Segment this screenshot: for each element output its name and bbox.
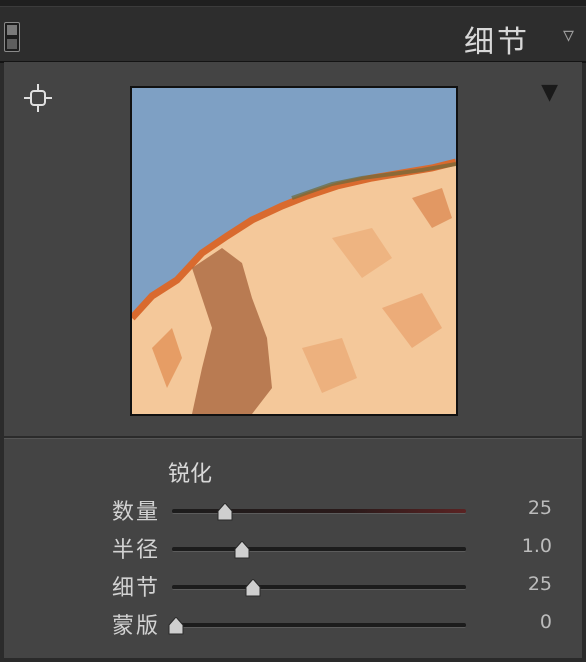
top-border (0, 0, 586, 7)
amount-slider-thumb[interactable] (217, 503, 233, 521)
section-divider (4, 436, 582, 439)
slider-row-radius: 半径 1.0 (4, 532, 582, 566)
panel-title: 细节 (464, 25, 530, 60)
masking-slider-track[interactable] (172, 623, 466, 628)
radius-slider-track[interactable] (172, 547, 466, 552)
slider-label: 蒙版 (111, 614, 160, 639)
slider-row-amount: 数量 25 (4, 494, 582, 528)
panel-switch-icon[interactable] (4, 22, 20, 52)
sharpening-title: 锐化 (168, 462, 213, 487)
bottom-border (4, 658, 582, 662)
masking-slider-thumb[interactable] (168, 617, 184, 635)
crosshair-target-icon[interactable] (24, 84, 52, 112)
slider-label: 细节 (111, 576, 160, 601)
amount-value[interactable]: 25 (492, 497, 552, 519)
slider-row-detail: 细节 25 (4, 570, 582, 604)
detail-slider-thumb[interactable] (245, 579, 261, 597)
detail-slider-track[interactable] (172, 585, 466, 590)
slider-label: 半径 (111, 538, 160, 563)
detail-panel-header[interactable]: 细节 ▿ (0, 7, 586, 63)
masking-value[interactable]: 0 (492, 611, 552, 633)
detail-preview-image[interactable] (130, 86, 458, 416)
radius-value[interactable]: 1.0 (492, 535, 552, 557)
detail-value[interactable]: 25 (492, 573, 552, 595)
detail-panel: ▼ 锐化 数量 25 半径 1.0 细节 25 蒙版 0 (4, 62, 582, 662)
radius-slider-thumb[interactable] (234, 541, 250, 559)
slider-row-masking: 蒙版 0 (4, 608, 582, 642)
triangle-down-icon[interactable]: ▼ (541, 80, 558, 105)
slider-label: 数量 (111, 500, 160, 525)
double-chevron-down-icon[interactable]: ▿ (563, 23, 574, 48)
